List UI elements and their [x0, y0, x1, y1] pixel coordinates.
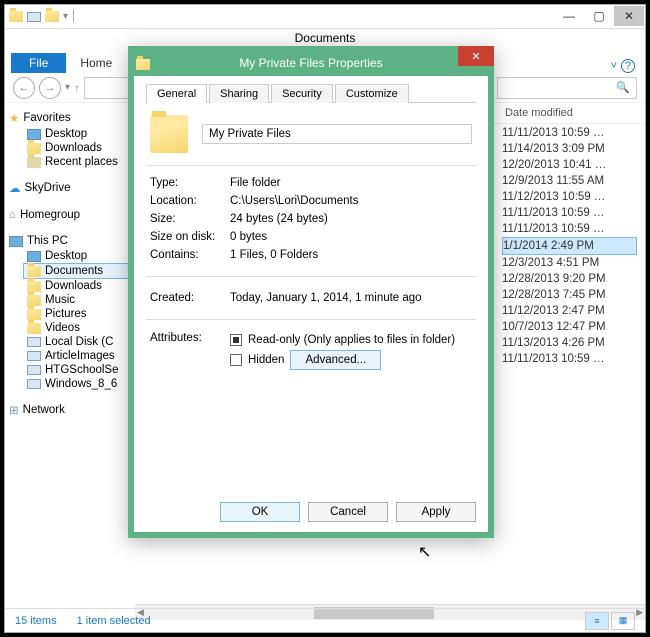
tab-customize[interactable]: Customize — [335, 84, 409, 103]
size-value: 24 bytes (24 bytes) — [230, 213, 472, 225]
recent-dropdown[interactable]: ▾ — [65, 82, 70, 93]
list-row[interactable]: 11/14/2013 3:09 PM — [502, 141, 637, 157]
nav-pc-htg[interactable]: HTGSchoolSe — [9, 363, 131, 377]
col-date[interactable]: Date modified — [505, 107, 645, 119]
nav-pc-article[interactable]: ArticleImages — [9, 349, 131, 363]
qat-icon-1[interactable] — [27, 12, 41, 22]
maximize-button[interactable]: ▢ — [584, 6, 614, 26]
status-selected: 1 item selected — [77, 615, 151, 627]
nav-pane: ★Favorites Desktop Downloads Recent plac… — [5, 103, 135, 620]
nav-pc-win8[interactable]: Windows_8_6 — [9, 377, 131, 391]
list-row[interactable]: 11/13/2013 4:26 PM — [502, 335, 637, 351]
contains-value: 1 Files, 0 Folders — [230, 249, 472, 261]
list-row[interactable]: 11/12/2013 2:47 PM — [502, 303, 637, 319]
help-icon[interactable]: ˅ ? — [611, 59, 635, 73]
list-row[interactable]: 12/9/2013 11:55 AM — [502, 173, 637, 189]
nav-pc-documents[interactable]: Documents — [23, 263, 131, 279]
list-row[interactable]: 11/12/2013 10:59 … — [502, 189, 637, 205]
advanced-button[interactable]: Advanced... — [290, 350, 381, 370]
nav-pc-desktop[interactable]: Desktop — [9, 249, 131, 263]
list-row[interactable]: 10/7/2013 12:47 PM — [502, 319, 637, 335]
sizeondisk-value: 0 bytes — [230, 231, 472, 243]
list-row[interactable]: 11/11/2013 10:59 … — [502, 205, 637, 221]
ok-button[interactable]: OK — [220, 502, 300, 522]
nav-fav-recent[interactable]: Recent places — [9, 155, 131, 169]
hidden-checkbox[interactable]: Hidden Advanced... — [230, 348, 472, 372]
status-items: 15 items — [15, 615, 57, 627]
minimize-button[interactable]: — — [554, 6, 584, 26]
location-value: C:\Users\Lori\Documents — [230, 195, 472, 207]
attributes-label: Attributes: — [150, 332, 230, 372]
tab-security[interactable]: Security — [271, 84, 333, 103]
tab-sharing[interactable]: Sharing — [209, 84, 269, 103]
sizeondisk-label: Size on disk: — [150, 231, 230, 243]
qat-sep: ▾ │ — [63, 11, 77, 22]
size-label: Size: — [150, 213, 230, 225]
nav-network[interactable]: ⊞Network — [9, 401, 131, 419]
forward-button[interactable]: → — [39, 77, 61, 99]
type-label: Type: — [150, 177, 230, 189]
list-row[interactable]: 11/11/2013 10:59 … — [502, 125, 637, 141]
nav-pc-videos[interactable]: Videos — [9, 321, 131, 335]
nav-thispc[interactable]: This PC — [9, 233, 131, 249]
folder-name-input[interactable] — [202, 124, 472, 144]
location-label: Location: — [150, 195, 230, 207]
search-input[interactable]: 🔍 — [497, 77, 637, 99]
dialog-close-button[interactable]: ✕ — [458, 46, 494, 66]
readonly-checkbox[interactable]: Read-only (Only applies to files in fold… — [230, 332, 472, 348]
up-button[interactable]: ↑ — [74, 81, 80, 95]
tab-file[interactable]: File — [11, 53, 66, 73]
list-row[interactable]: 12/28/2013 7:45 PM — [502, 287, 637, 303]
titlebar: ▾ │ — ▢ ✕ — [5, 5, 645, 29]
apply-button[interactable]: Apply — [396, 502, 476, 522]
nav-skydrive[interactable]: ☁SkyDrive — [9, 179, 131, 197]
type-value: File folder — [230, 177, 472, 189]
nav-pc-localc[interactable]: Local Disk (C — [9, 335, 131, 349]
tab-general[interactable]: General — [146, 84, 207, 103]
list-row[interactable]: 11/11/2013 10:59 … — [502, 221, 637, 237]
properties-dialog: My Private Files Properties ✕ General Sh… — [128, 46, 494, 538]
statusbar: 15 items 1 item selected ≡ ▦ — [5, 608, 645, 632]
view-details-button[interactable]: ≡ — [585, 612, 609, 630]
tab-home[interactable]: Home — [68, 53, 124, 73]
created-value: Today, January 1, 2014, 1 minute ago — [230, 292, 472, 304]
created-label: Created: — [150, 292, 230, 304]
close-button[interactable]: ✕ — [614, 6, 644, 26]
list-row[interactable]: 1/1/2014 2:49 PM — [502, 237, 637, 255]
list-row[interactable]: 12/28/2013 9:20 PM — [502, 271, 637, 287]
dialog-title: My Private Files Properties — [134, 56, 488, 70]
nav-homegroup[interactable]: ⌂Homegroup — [9, 207, 131, 223]
list-row[interactable]: 12/3/2013 4:51 PM — [502, 255, 637, 271]
contains-label: Contains: — [150, 249, 230, 261]
nav-favorites[interactable]: ★Favorites — [9, 109, 131, 127]
qat-icon-2[interactable] — [45, 11, 59, 22]
back-button[interactable]: ← — [13, 77, 35, 99]
list-row[interactable]: 11/11/2013 10:59 … — [502, 351, 637, 367]
cancel-button[interactable]: Cancel — [308, 502, 388, 522]
window-title: Documents — [5, 29, 645, 47]
folder-icon — [150, 115, 188, 153]
list-row[interactable]: 12/20/2013 10:41 … — [502, 157, 637, 173]
app-icon — [9, 11, 23, 22]
view-icons-button[interactable]: ▦ — [611, 612, 635, 630]
